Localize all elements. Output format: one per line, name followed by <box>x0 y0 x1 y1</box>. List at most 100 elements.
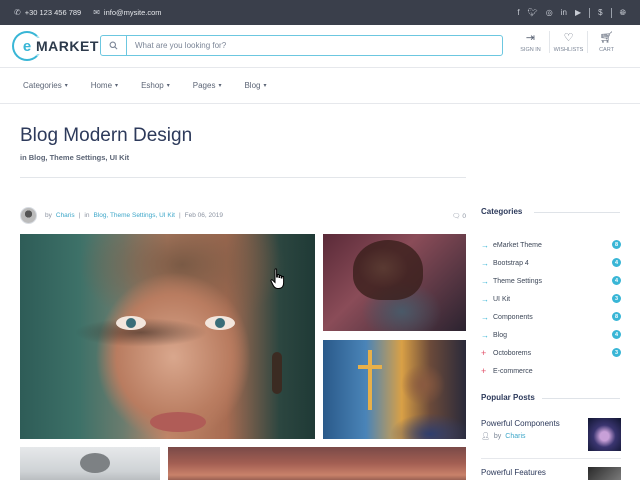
hand-cursor-icon <box>270 268 285 289</box>
popular-post-thumbnail[interactable] <box>588 467 621 480</box>
category-item[interactable]: → Components 8 <box>481 308 621 326</box>
wishlist-label: WISHLISTS <box>553 46 584 53</box>
page-title: Blog Modern Design <box>20 125 193 146</box>
category-item[interactable]: + Octoborems 3 <box>481 344 621 362</box>
chevron-down-icon: ▾ <box>64 83 68 89</box>
divider <box>542 398 620 399</box>
chevron-down-icon: ▾ <box>263 83 267 89</box>
phone-number: +30 123 456 789 <box>24 8 82 17</box>
count-badge: 3 <box>612 348 621 357</box>
image-detail <box>353 240 423 300</box>
youtube-icon[interactable]: ▶ <box>575 8 581 17</box>
sign-in-icon: ⇥ <box>525 31 536 44</box>
phone-icon: ✆ <box>14 8 21 17</box>
arrow-right-icon: → <box>481 312 489 322</box>
arrow-right-icon: → <box>481 294 489 304</box>
nav-item-eshop[interactable]: Eshop ▾ <box>141 81 170 90</box>
categories-link[interactable]: Blog, Theme Settings, UI Kit <box>93 212 175 219</box>
arrow-right-icon: → <box>481 330 489 340</box>
mail-icon: ✉ <box>93 8 100 17</box>
cart-button[interactable]: 🛒︎ CART <box>589 32 624 53</box>
logo-text: MARKET <box>34 38 99 54</box>
post-image-5[interactable] <box>168 447 466 480</box>
category-label: Bootstrap 4 <box>493 259 529 267</box>
arrow-right-icon: → <box>481 240 489 250</box>
nav-item-pages[interactable]: Pages ▾ <box>193 81 222 90</box>
cart-icon: 🛒︎ <box>599 31 614 44</box>
search-icon <box>109 41 118 50</box>
comments-link[interactable]: 🗨︎ 0 <box>452 212 466 220</box>
category-item[interactable]: + E-commerce <box>481 362 621 380</box>
divider <box>534 212 620 213</box>
category-label: Theme Settings <box>493 277 543 285</box>
category-label: Blog <box>493 331 508 339</box>
categories-heading: Categories <box>481 207 522 216</box>
count-badge: 8 <box>612 312 621 321</box>
avatar[interactable] <box>20 207 37 224</box>
image-detail <box>272 352 282 394</box>
post-image-4[interactable] <box>20 447 160 480</box>
author-link[interactable]: Charis <box>56 212 75 219</box>
image-detail <box>80 453 110 473</box>
category-item[interactable]: → UI Kit 3 <box>481 290 621 308</box>
cart-label: CART <box>599 46 614 53</box>
nav-item-blog[interactable]: Blog ▾ <box>244 81 266 90</box>
heart-icon: ♡ <box>563 31 574 44</box>
image-detail <box>358 365 382 369</box>
breadcrumb[interactable]: in Blog, Theme Settings, UI Kit <box>20 153 129 162</box>
logo[interactable]: e MARKET <box>12 31 99 61</box>
globe-icon[interactable]: 🌐︎ <box>620 8 626 18</box>
post-image-2[interactable] <box>323 234 466 331</box>
arrow-right-icon: → <box>481 258 489 268</box>
search-bar <box>100 35 503 56</box>
divider <box>587 31 588 53</box>
popular-post[interactable]: Powerful Features <box>481 467 621 480</box>
post-image-main[interactable] <box>20 234 315 439</box>
social-links: f 🐦︎ ◎ in ▶ $ 🌐︎ <box>517 0 626 25</box>
divider <box>589 7 591 18</box>
nav-item-categories[interactable]: Categories ▾ <box>23 81 68 90</box>
popular-posts-heading: Popular Posts <box>481 393 535 402</box>
nav-label: Eshop <box>141 81 164 90</box>
popular-posts-title: Popular Posts <box>481 393 535 402</box>
email-contact[interactable]: ✉ info@mysite.com <box>93 8 161 17</box>
search-input[interactable] <box>127 36 502 55</box>
category-label: E-commerce <box>493 367 533 375</box>
nav-item-home[interactable]: Home ▾ <box>91 81 118 90</box>
facebook-icon[interactable]: f <box>517 8 519 17</box>
by-label: by <box>493 432 502 440</box>
sign-in-button[interactable]: ⇥ SIGN IN <box>513 32 548 53</box>
popular-post-thumbnail[interactable] <box>588 418 621 451</box>
plus-icon[interactable]: + <box>481 348 493 358</box>
popular-post[interactable]: Powerful Components 👤︎ by Charis <box>481 418 621 451</box>
divider <box>20 177 466 178</box>
nav-label: Pages <box>192 81 216 90</box>
header-actions: ⇥ SIGN IN ♡ WISHLISTS 🛒︎ CART <box>513 31 624 53</box>
category-item[interactable]: → eMarket Theme 8 <box>481 236 621 254</box>
post-image-3[interactable] <box>323 340 466 439</box>
search-button[interactable] <box>101 36 127 55</box>
contact-info: ✆ +30 123 456 789 ✉ info@mysite.com <box>14 0 162 25</box>
phone-contact[interactable]: ✆ +30 123 456 789 <box>14 8 81 17</box>
plus-icon[interactable]: + <box>481 366 493 376</box>
category-item[interactable]: → Bootstrap 4 4 <box>481 254 621 272</box>
wishlist-button[interactable]: ♡ WISHLISTS <box>551 32 586 53</box>
divider <box>481 458 621 459</box>
main-nav: Categories ▾ Home ▾ Eshop ▾ Pages ▾ Blog ▾ <box>0 68 640 104</box>
dollar-icon[interactable]: $ <box>598 8 602 17</box>
category-label: eMarket Theme <box>493 241 542 249</box>
image-detail <box>368 350 372 410</box>
linkedin-icon[interactable]: in <box>561 8 567 17</box>
instagram-icon[interactable]: ◎ <box>546 8 553 17</box>
twitter-icon[interactable]: 🐦︎ <box>528 8 538 17</box>
category-item[interactable]: → Blog 4 <box>481 326 621 344</box>
divider <box>549 31 550 53</box>
chevron-down-icon: ▾ <box>218 83 222 89</box>
category-list: → eMarket Theme 8 → Bootstrap 4 4 → Theme Set… <box>481 236 621 380</box>
image-detail <box>116 316 146 330</box>
author-link[interactable]: Charis <box>505 433 525 440</box>
count-badge: 8 <box>612 240 621 249</box>
count-badge: 4 <box>612 330 621 339</box>
chevron-down-icon: ▾ <box>115 83 119 89</box>
category-item[interactable]: → Theme Settings 4 <box>481 272 621 290</box>
